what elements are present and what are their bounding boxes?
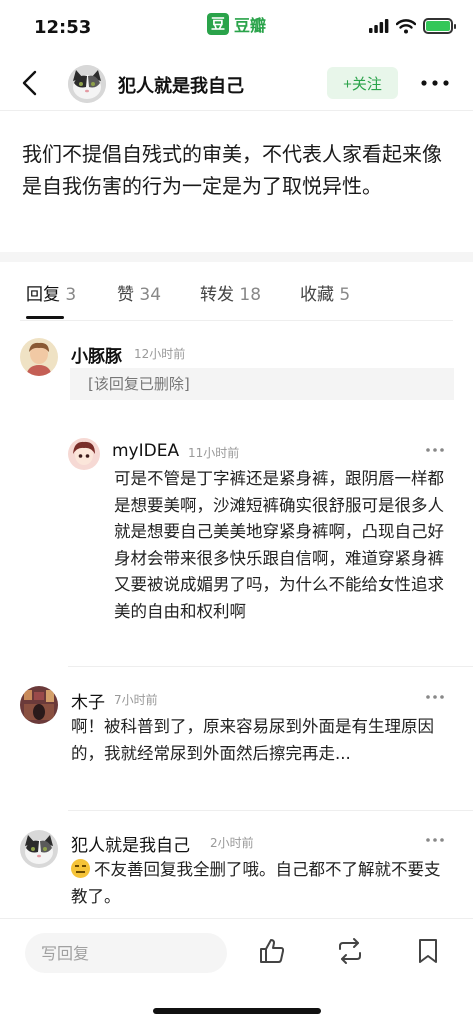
commenter-avatar[interactable] — [20, 830, 58, 868]
cat-avatar-icon — [68, 65, 106, 103]
deleted-reply-notice: [该回复已删除] — [70, 368, 454, 400]
back-icon[interactable] — [16, 68, 46, 98]
nav-bar: 犯人就是我自己 +关注 — [0, 58, 473, 110]
home-indicator — [153, 1008, 321, 1014]
comment-divider — [68, 666, 473, 667]
status-icons — [369, 18, 456, 34]
reply-input[interactable] — [25, 933, 227, 973]
comment-text: 不友善回复我全删了哦。自己都不了解就不要支教了。 — [71, 860, 441, 906]
commenter-name[interactable]: 犯人就是我自己 — [71, 831, 190, 856]
reply-text: 可是不管是丁字裤还是紧身裤，跟阴唇一样都是想要美啊，沙滩短裤确实很舒服可是很多人… — [114, 469, 444, 621]
commenter-name[interactable]: 木子 — [71, 688, 105, 713]
wifi-icon — [396, 18, 416, 33]
photo-avatar-icon — [20, 686, 58, 724]
reply-time: 11小时前 — [188, 446, 240, 460]
douban-logo-icon: 豆 — [207, 13, 229, 35]
tab-bar: 回复 3 赞 34 转发 18 收藏 5 — [0, 280, 473, 320]
tab-replies[interactable]: 回复 3 — [26, 280, 76, 305]
follow-button[interactable]: +关注 — [327, 67, 398, 99]
comment-more-icon[interactable] — [424, 692, 446, 702]
comment-time: 7小时前 — [114, 693, 158, 707]
comment-more-icon[interactable] — [424, 835, 446, 845]
commenter-avatar[interactable] — [20, 686, 58, 724]
section-divider — [0, 252, 473, 262]
tab-reposts[interactable]: 转发 18 — [200, 280, 261, 305]
nav-divider — [0, 110, 473, 111]
tab-collections[interactable]: 收藏 5 — [300, 280, 350, 305]
author-name[interactable]: 犯人就是我自己 — [118, 72, 244, 98]
commenter-name[interactable]: 小豚豚 — [71, 342, 122, 367]
battery-charging-icon — [423, 18, 456, 34]
portrait-avatar-icon — [20, 338, 58, 376]
app-badge-name: 豆瓣 — [234, 16, 267, 35]
reply-user-name[interactable]: myIDEA — [112, 441, 179, 461]
cellular-signal-icon — [369, 19, 389, 33]
expressionless-emoji-icon — [71, 859, 90, 878]
more-options-icon[interactable] — [419, 72, 451, 94]
tab-likes[interactable]: 赞 34 — [117, 280, 161, 305]
active-tab-indicator — [26, 316, 64, 319]
comment-time: 12小时前 — [134, 347, 186, 361]
comment-text: 啊！被科普到了，原来容易尿到外面是有生理原因的，我就经常尿到外面然后擦完再走..… — [71, 717, 434, 763]
app-badge: 豆 豆瓣 — [207, 12, 266, 36]
comment-time: 2小时前 — [210, 836, 254, 850]
tab-count: 34 — [139, 285, 162, 305]
tab-label: 赞 — [117, 285, 134, 305]
tab-label: 收藏 — [300, 285, 334, 305]
post-text: 我们不提倡自残式的审美，不代表人家看起来像是自我伤害的行为一定是为了取悦异性。 — [22, 142, 442, 198]
tabs-divider — [20, 320, 453, 321]
tab-label: 回复 — [26, 285, 60, 305]
comment-more-icon[interactable] — [424, 445, 446, 455]
cat-avatar-icon — [20, 830, 58, 868]
status-bar: 12:53 豆 豆瓣 — [0, 0, 473, 56]
comment-body: 不友善回复我全删了哦。自己都不了解就不要支教了。 — [71, 857, 455, 910]
commenter-avatar[interactable] — [20, 338, 58, 376]
bookmark-icon[interactable] — [414, 937, 442, 965]
author-avatar[interactable] — [68, 65, 106, 103]
tab-count: 5 — [339, 285, 351, 305]
repost-icon[interactable] — [336, 937, 364, 965]
like-thumb-icon[interactable] — [258, 937, 286, 965]
tab-label: 转发 — [200, 285, 234, 305]
comment-divider — [68, 810, 473, 811]
tab-count: 18 — [239, 285, 262, 305]
status-time: 12:53 — [34, 17, 92, 38]
bottom-action-bar — [0, 918, 473, 1024]
tab-count: 3 — [65, 285, 77, 305]
reply-avatar[interactable] — [68, 438, 100, 470]
anime-avatar-icon — [68, 438, 100, 470]
